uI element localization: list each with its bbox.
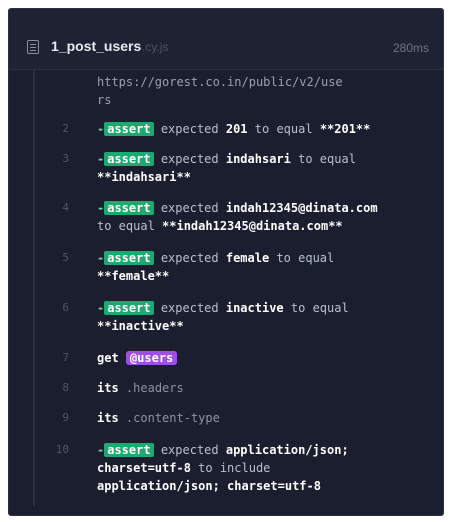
actual-value: application/json;	[225, 443, 349, 457]
expected-value: application/json; charset=utf-8	[97, 479, 321, 493]
expected-word: expected	[160, 301, 219, 315]
command-name: get	[97, 351, 119, 365]
assert-badge: assert	[104, 251, 154, 265]
command-argument: .content-type	[125, 411, 220, 425]
assert-badge: assert	[104, 301, 154, 315]
line-number: 8	[62, 381, 69, 394]
assert-badge: assert	[104, 152, 154, 166]
line-number: 9	[62, 411, 69, 424]
expected-word: expected	[160, 152, 219, 166]
actual-value: 201	[225, 122, 248, 136]
expected-word: expected	[160, 122, 219, 136]
line-number: 4	[62, 201, 69, 214]
command-name: its	[97, 411, 119, 425]
actual-value: indah12345@dinata.com	[225, 201, 378, 215]
actual-value-wrap: charset=utf-8	[97, 461, 191, 475]
command-name: its	[97, 381, 119, 395]
expected-word: expected	[160, 251, 219, 265]
expected-value: **inactive**	[97, 319, 184, 333]
comparison-word: to include	[198, 461, 271, 475]
request-url: https://gorest.co.in/public/v2/use	[97, 75, 343, 89]
command-log-panel: 1_post_users .cy.js 280ms https://gorest…	[8, 8, 444, 516]
command-argument: .headers	[125, 381, 184, 395]
comparison-word: to equal	[298, 152, 356, 166]
assert-badge: assert	[104, 201, 154, 215]
line-number: 5	[62, 251, 69, 264]
request-url-wrap: rs	[97, 93, 112, 107]
expected-value: **indah12345@dinata.com**	[162, 219, 343, 233]
assert-badge: assert	[104, 443, 154, 457]
line-number: 6	[62, 301, 69, 314]
line-number: 10	[55, 443, 69, 456]
alias-badge[interactable]: @users	[125, 351, 178, 365]
expected-value: **female**	[97, 269, 170, 283]
actual-value: inactive	[225, 301, 284, 315]
actual-value: indahsari	[225, 152, 291, 166]
spec-extension: .cy.js	[142, 40, 169, 54]
expected-value: **indahsari**	[97, 170, 191, 184]
comparison-word: to equal	[290, 301, 349, 315]
expected-word: expected	[160, 201, 219, 215]
comparison-word: to equal	[276, 251, 335, 265]
line-number: 3	[62, 152, 69, 165]
expected-value: **201**	[319, 122, 371, 136]
line-number: 2	[62, 122, 69, 135]
expected-word: expected	[160, 443, 219, 457]
gutter-line	[33, 70, 35, 507]
file-icon	[27, 40, 39, 54]
line-number: 7	[62, 351, 69, 364]
spec-header[interactable]: 1_post_users .cy.js 280ms	[9, 9, 443, 70]
assert-badge: assert	[104, 122, 154, 136]
comparison-word: to equal	[97, 219, 155, 233]
comparison-word: to equal	[254, 122, 313, 136]
spec-name: 1_post_users	[51, 38, 142, 54]
spec-duration: 280ms	[392, 41, 429, 55]
actual-value: female	[225, 251, 270, 265]
